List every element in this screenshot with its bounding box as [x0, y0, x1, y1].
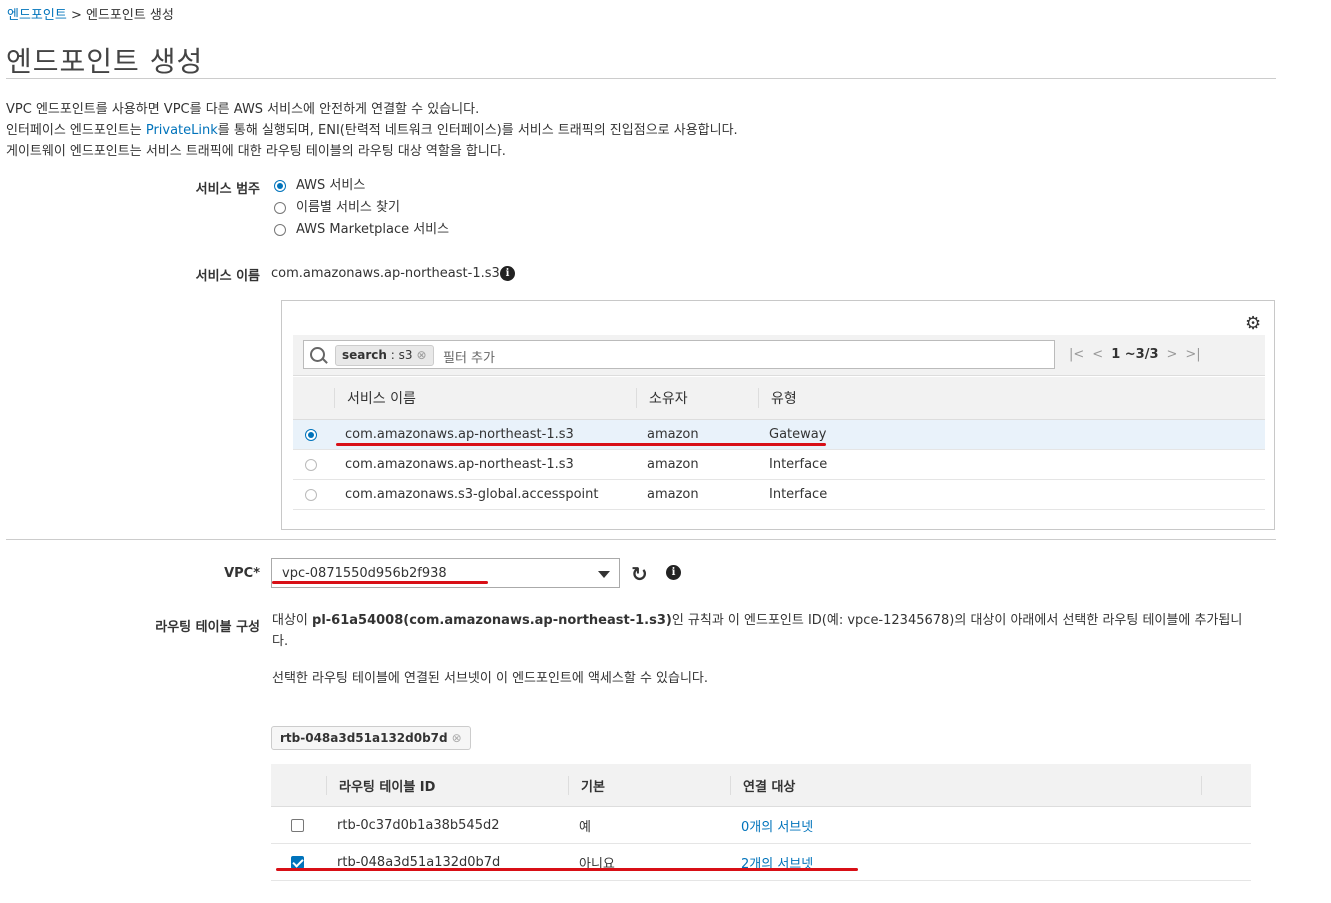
- cell-service-name: com.amazonaws.ap-northeast-1.s3: [333, 449, 635, 480]
- cell-type: Gateway: [757, 419, 1265, 450]
- first-page-icon[interactable]: |<: [1069, 347, 1084, 362]
- service-name-value: com.amazonaws.ap-northeast-1.s3: [271, 266, 500, 281]
- pagination: |< <1 ~3/3 > >|: [1069, 347, 1209, 362]
- service-category-option-marketplace[interactable]: AWS Marketplace 서비스: [274, 218, 449, 237]
- table-row[interactable]: rtb-0c37d0b1a38b545d2 예 0개의 서브넷: [271, 806, 1251, 844]
- remove-token-icon[interactable]: ⊗: [417, 348, 427, 362]
- table-row[interactable]: com.amazonaws.s3-global.accesspoint amaz…: [293, 479, 1265, 510]
- prev-page-icon[interactable]: <: [1092, 347, 1103, 362]
- page-title: 엔드포인트 생성: [6, 45, 204, 78]
- title-divider: [6, 78, 1276, 79]
- row-radio[interactable]: [305, 428, 317, 441]
- breadcrumb: 엔드포인트 > 엔드포인트 생성: [7, 4, 174, 23]
- annotation-underline: [272, 581, 488, 584]
- last-page-icon[interactable]: >|: [1185, 347, 1200, 362]
- row-checkbox[interactable]: [291, 855, 304, 869]
- table-row[interactable]: com.amazonaws.ap-northeast-1.s3 amazon I…: [293, 449, 1265, 480]
- cell-default: 아니요: [567, 843, 729, 881]
- row-radio[interactable]: [305, 458, 317, 471]
- selected-route-table-token[interactable]: rtb-048a3d51a132d0b7d ⊗: [271, 726, 471, 750]
- column-owner[interactable]: 소유자: [635, 377, 757, 420]
- column-service-name[interactable]: 서비스 이름: [333, 377, 635, 420]
- annotation-underline: [276, 868, 858, 871]
- select-column-header: [293, 377, 333, 420]
- route-tables-table: 라우팅 테이블 ID 기본 연결 대상 rtb-0c37d0b1a38b545d…: [271, 764, 1251, 881]
- row-radio[interactable]: [305, 488, 317, 501]
- route-table-text-2: 선택한 라우팅 테이블에 연결된 서브넷이 이 엔드포인트에 액세스할 수 있습…: [272, 671, 709, 686]
- description-line-1: VPC 엔드포인트를 사용하면 VPC를 다른 AWS 서비스에 안전하게 연결…: [6, 102, 480, 117]
- row-checkbox[interactable]: [291, 818, 304, 832]
- service-category-option-find-by-name[interactable]: 이름별 서비스 찾기: [274, 196, 400, 215]
- radio-unselected[interactable]: [274, 223, 286, 236]
- radio-unselected[interactable]: [274, 201, 286, 214]
- chevron-down-icon: [598, 571, 610, 578]
- next-page-icon[interactable]: >: [1167, 347, 1178, 362]
- vpc-select-value: vpc-0871550d956b2f938: [282, 566, 447, 581]
- vpc-label: VPC*: [224, 566, 260, 581]
- route-table-text-1: 대상이 pl-61a54008(com.amazonaws.ap-northea…: [272, 613, 1243, 649]
- vpc-info-icon[interactable]: i: [666, 565, 681, 580]
- breadcrumb-current: 엔드포인트 생성: [86, 8, 174, 23]
- refresh-icon[interactable]: ↻: [631, 562, 648, 586]
- cell-owner: amazon: [635, 479, 757, 510]
- description-line-2: 인터페이스 엔드포인트는 PrivateLink를 통해 실행되며, ENI(탄…: [6, 123, 738, 138]
- cell-owner: amazon: [635, 449, 757, 480]
- breadcrumb-separator: >: [70, 8, 82, 23]
- description: VPC 엔드포인트를 사용하면 VPC를 다른 AWS 서비스에 안전하게 연결…: [6, 99, 738, 162]
- service-category-label: 서비스 범주: [195, 182, 260, 197]
- table-row[interactable]: rtb-048a3d51a132d0b7d 아니요 2개의 서브넷: [271, 843, 1251, 881]
- service-panel: ⚙ search : s3 ⊗ 필터 추가 |< <1 ~3/3 > >| 서비스 이름…: [281, 300, 1275, 530]
- search-input[interactable]: search : s3 ⊗ 필터 추가: [303, 340, 1055, 369]
- select-column-header: [271, 764, 325, 807]
- cell-route-table-id: rtb-048a3d51a132d0b7d: [325, 843, 567, 881]
- page-count: 1 ~3/3: [1111, 347, 1159, 362]
- radio-selected[interactable]: [274, 179, 286, 192]
- filter-bar: search : s3 ⊗ 필터 추가 |< <1 ~3/3 > >|: [293, 335, 1265, 376]
- filter-placeholder: 필터 추가: [443, 351, 495, 366]
- cell-service-name: com.amazonaws.s3-global.accesspoint: [333, 479, 635, 510]
- route-table-description: 대상이 pl-61a54008(com.amazonaws.ap-northea…: [272, 610, 1247, 689]
- service-name-label: 서비스 이름: [195, 269, 260, 284]
- service-name-info-icon[interactable]: i: [500, 266, 515, 281]
- filter-token[interactable]: search : s3 ⊗: [335, 345, 434, 366]
- subnets-link[interactable]: 0개의 서브넷: [741, 820, 813, 835]
- gear-icon[interactable]: ⚙: [1245, 313, 1261, 334]
- cell-route-table-id: rtb-0c37d0b1a38b545d2: [325, 806, 567, 844]
- column-association[interactable]: 연결 대상: [729, 764, 1251, 807]
- column-route-table-id[interactable]: 라우팅 테이블 ID: [325, 764, 567, 807]
- description-line-3: 게이트웨이 엔드포인트는 서비스 트래픽에 대한 라우팅 테이블의 라우팅 대상…: [6, 144, 506, 159]
- cell-type: Interface: [757, 479, 1265, 510]
- column-type[interactable]: 유형: [757, 377, 1265, 420]
- route-table-label: 라우팅 테이블 구성: [155, 620, 260, 635]
- search-icon: [310, 347, 325, 362]
- remove-token-icon[interactable]: ⊗: [452, 731, 462, 745]
- annotation-underline: [336, 443, 826, 446]
- section-divider: [6, 539, 1276, 540]
- cell-type: Interface: [757, 449, 1265, 480]
- service-category-option-aws[interactable]: AWS 서비스: [274, 174, 365, 193]
- breadcrumb-endpoints-link[interactable]: 엔드포인트: [7, 8, 67, 23]
- cell-default: 예: [567, 806, 729, 844]
- column-default[interactable]: 기본: [567, 764, 729, 807]
- privatelink-link[interactable]: PrivateLink: [146, 123, 218, 138]
